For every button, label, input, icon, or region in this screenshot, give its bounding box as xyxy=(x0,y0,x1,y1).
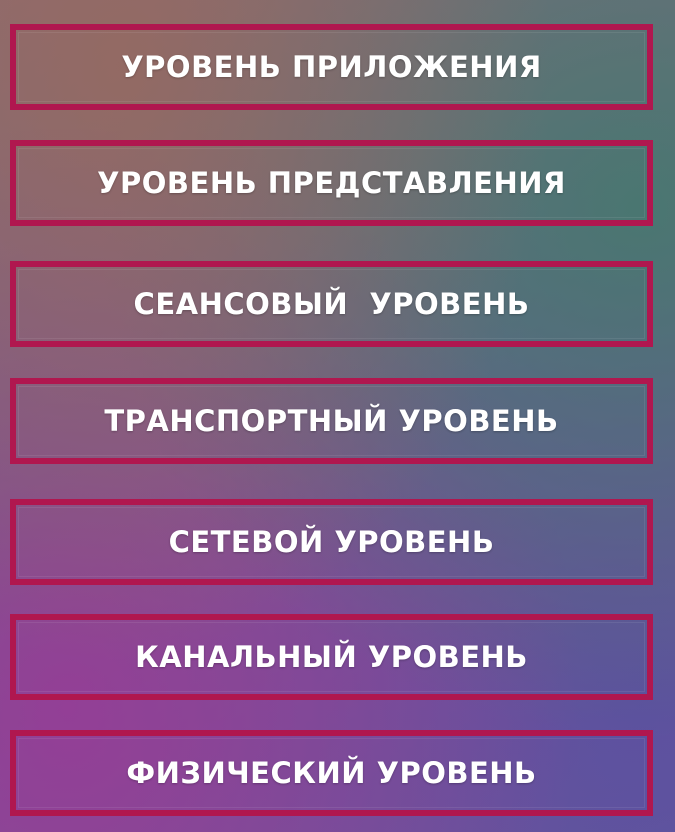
layer-application-label: УРОВЕНЬ ПРИЛОЖЕНИЯ xyxy=(121,50,542,84)
layer-data-link: КАНАЛЬНЫЙ УРОВЕНЬ xyxy=(10,614,653,700)
layer-physical-label: ФИЗИЧЕСКИЙ УРОВЕНЬ xyxy=(126,756,537,790)
layer-transport: ТРАНСПОРТНЫЙ УРОВЕНЬ xyxy=(10,378,653,464)
layer-presentation: УРОВЕНЬ ПРЕДСТАВЛЕНИЯ xyxy=(10,140,653,226)
layer-presentation-label: УРОВЕНЬ ПРЕДСТАВЛЕНИЯ xyxy=(97,166,566,200)
layer-session-label: СЕАНСОВЫЙ УРОВЕНЬ xyxy=(133,287,530,321)
layer-transport-label: ТРАНСПОРТНЫЙ УРОВЕНЬ xyxy=(104,404,559,438)
layer-physical: ФИЗИЧЕСКИЙ УРОВЕНЬ xyxy=(10,730,653,816)
layer-network: СЕТЕВОЙ УРОВЕНЬ xyxy=(10,499,653,585)
layer-network-label: СЕТЕВОЙ УРОВЕНЬ xyxy=(168,525,495,559)
layer-session: СЕАНСОВЫЙ УРОВЕНЬ xyxy=(10,261,653,347)
osi-layers-stack: УРОВЕНЬ ПРИЛОЖЕНИЯ УРОВЕНЬ ПРЕДСТАВЛЕНИЯ… xyxy=(0,0,675,832)
layer-data-link-label: КАНАЛЬНЫЙ УРОВЕНЬ xyxy=(135,640,528,674)
layer-application: УРОВЕНЬ ПРИЛОЖЕНИЯ xyxy=(10,24,653,110)
